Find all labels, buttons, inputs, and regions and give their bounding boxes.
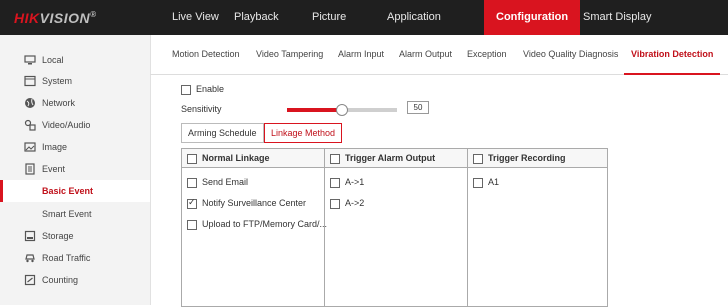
sidebar-item-label: Event <box>42 164 66 174</box>
normal-linkage-header-label: Normal Linkage <box>202 153 270 163</box>
nav-live-view[interactable]: Live View <box>172 0 219 35</box>
normal-linkage-column: Normal Linkage Send Email Notify Surveil… <box>182 149 327 306</box>
sidebar-item-road-traffic[interactable]: Road Traffic <box>0 247 150 269</box>
linkage-option-row: Send Email <box>187 177 248 188</box>
linkage-option-row: Notify Surveillance Center <box>187 197 307 209</box>
counting-icon <box>24 274 36 286</box>
alarm-output-a2-label: A->2 <box>345 198 365 208</box>
sidebar-item-label: Smart Event <box>42 209 92 219</box>
sidebar-item-basic-event[interactable]: Basic Event <box>0 180 150 202</box>
sidebar-item-event[interactable]: Event <box>0 158 150 180</box>
alarm-output-a2-checkbox[interactable] <box>330 198 340 209</box>
tab-exception[interactable]: Exception <box>467 35 507 74</box>
recording-a1-checkbox[interactable] <box>473 177 483 188</box>
trigger-alarm-output-header: Trigger Alarm Output <box>325 149 467 168</box>
trigger-recording-header: Trigger Recording <box>468 149 607 168</box>
tab-video-tampering[interactable]: Video Tampering <box>256 35 323 74</box>
sidebar-item-label: Counting <box>42 275 79 285</box>
sidebar-item-label: System <box>42 76 73 86</box>
sensitivity-slider-fill <box>287 108 342 112</box>
system-icon <box>24 75 36 87</box>
event-icon <box>25 163 35 175</box>
sidebar-item-label: Local <box>42 55 64 65</box>
sensitivity-label: Sensitivity <box>181 104 222 114</box>
enable-checkbox[interactable] <box>181 84 191 95</box>
monitor-icon <box>24 55 36 65</box>
trigger-recording-column: Trigger Recording A1 <box>468 149 607 306</box>
sidebar-item-label: Basic Event <box>42 186 94 196</box>
sidebar-item-image[interactable]: Image <box>0 136 150 158</box>
alarm-output-a1-label: A->1 <box>345 177 365 187</box>
sidebar-item-system[interactable]: System <box>0 70 150 92</box>
sidebar-item-label: Image <box>42 142 68 152</box>
trigger-alarm-output-header-label: Trigger Alarm Output <box>345 153 436 163</box>
enable-row: Enable <box>181 84 224 95</box>
nav-smart-display[interactable]: Smart Display <box>583 0 651 35</box>
tab-motion-detection[interactable]: Motion Detection <box>172 35 240 74</box>
sidebar: Local System Network Video/Audio Image E… <box>0 35 151 305</box>
upload-ftp-label: Upload to FTP/Memory Card/... <box>202 219 328 229</box>
sidebar-item-label: Road Traffic <box>42 253 91 263</box>
top-bar: HIKVISION® Live View Playback Picture Ap… <box>0 0 728 35</box>
nav-picture[interactable]: Picture <box>312 0 346 35</box>
logo-part2: VISION <box>39 10 91 26</box>
sidebar-item-network[interactable]: Network <box>0 92 150 114</box>
image-icon <box>24 142 36 152</box>
tab-video-quality-diagnosis[interactable]: Video Quality Diagnosis <box>523 35 618 74</box>
alarm-output-a1-checkbox[interactable] <box>330 177 340 188</box>
logo-part1: HIK <box>14 10 40 26</box>
trigger-alarm-output-column: Trigger Alarm Output A->1 A->2 <box>325 149 468 306</box>
subtab-arming-schedule[interactable]: Arming Schedule <box>181 123 264 143</box>
event-tabs: Motion Detection Video Tampering Alarm I… <box>150 35 728 75</box>
linkage-option-row: Upload to FTP/Memory Card/... <box>187 219 327 230</box>
recording-a1-label: A1 <box>488 177 500 187</box>
sidebar-item-counting[interactable]: Counting <box>0 269 150 291</box>
sidebar-item-label: Storage <box>42 231 74 241</box>
nav-configuration[interactable]: Configuration <box>484 0 581 35</box>
sidebar-item-storage[interactable]: Storage <box>0 225 150 247</box>
trigger-recording-header-label: Trigger Recording <box>488 153 566 163</box>
tab-alarm-input[interactable]: Alarm Input <box>338 35 384 74</box>
normal-linkage-select-all-checkbox[interactable] <box>187 153 197 164</box>
linkage-option-row: A->2 <box>330 198 364 209</box>
send-email-checkbox[interactable] <box>187 177 197 188</box>
subtab-linkage-method[interactable]: Linkage Method <box>264 123 343 143</box>
sidebar-item-label: Video/Audio <box>42 120 91 130</box>
logo-registered: ® <box>90 10 97 19</box>
sidebar-item-local[interactable]: Local <box>0 49 150 71</box>
nav-playback[interactable]: Playback <box>234 0 279 35</box>
sidebar-item-label: Network <box>42 98 76 108</box>
normal-linkage-header: Normal Linkage <box>182 149 324 168</box>
video-audio-icon <box>24 119 36 131</box>
notify-surveillance-center-label: Notify Surveillance Center <box>202 198 307 208</box>
tab-vibration-detection[interactable]: Vibration Detection <box>623 35 721 75</box>
recording-select-all-checkbox[interactable] <box>473 153 483 164</box>
notify-surveillance-center-checkbox[interactable] <box>187 197 197 209</box>
linkage-option-row: A->1 <box>330 177 364 188</box>
hikvision-logo: HIKVISION® <box>14 10 97 26</box>
sensitivity-value-input[interactable]: 50 <box>407 101 429 114</box>
linkage-option-row: A1 <box>473 177 499 188</box>
content-area: Enable Sensitivity 50 Arming Schedule Li… <box>150 75 728 307</box>
sensitivity-slider-thumb[interactable] <box>336 104 348 116</box>
tab-alarm-output[interactable]: Alarm Output <box>399 35 452 74</box>
sensitivity-slider[interactable] <box>287 104 397 116</box>
sidebar-item-video-audio[interactable]: Video/Audio <box>0 114 150 136</box>
alarm-output-select-all-checkbox[interactable] <box>330 153 340 164</box>
nav-application[interactable]: Application <box>387 0 441 35</box>
linkage-grid: Normal Linkage Send Email Notify Surveil… <box>181 148 608 307</box>
enable-label: Enable <box>196 84 225 94</box>
globe-icon <box>25 98 35 108</box>
road-traffic-icon <box>25 254 35 263</box>
storage-icon <box>24 230 36 242</box>
send-email-label: Send Email <box>202 177 249 187</box>
upload-ftp-checkbox[interactable] <box>187 219 197 230</box>
sidebar-item-smart-event[interactable]: Smart Event <box>0 203 150 225</box>
